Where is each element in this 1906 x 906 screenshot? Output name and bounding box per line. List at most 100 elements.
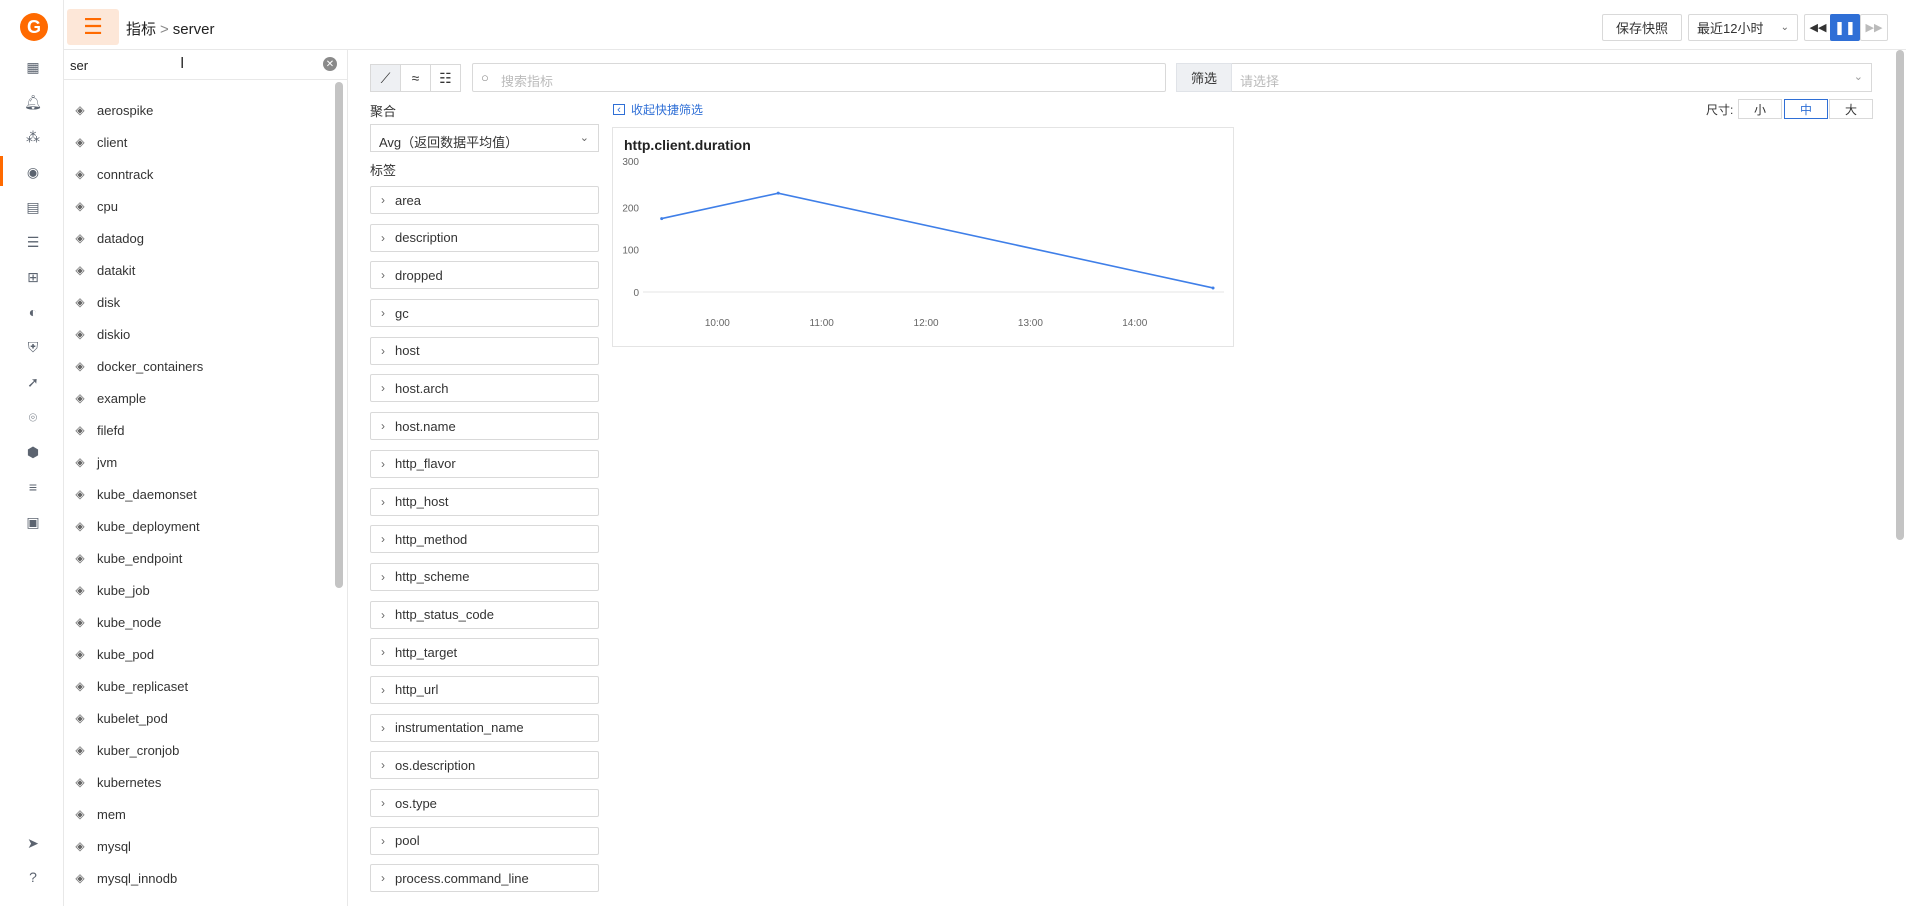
tag-item[interactable]: › http_scheme (370, 562, 599, 591)
metric-set-item[interactable]: ◈ kube_replicaset (64, 670, 334, 702)
tag-item[interactable]: › http_status_code (370, 600, 599, 629)
time-range-select[interactable]: 最近12小时 ⌄ (1688, 14, 1798, 41)
metric-set-item[interactable]: ◈ conntrack (64, 158, 334, 190)
metric-set-item[interactable]: ◈ kube_daemonset (64, 478, 334, 510)
metric-search-input[interactable]: 搜索指标 (501, 71, 553, 90)
metric-set-label: datadog (97, 230, 144, 246)
metric-set-item[interactable]: ◈ client (64, 126, 334, 158)
box-icon[interactable]: ⬢ (24, 443, 42, 461)
metric-set-item[interactable]: ◈ kube_endpoint (64, 542, 334, 574)
calendar-icon[interactable]: ▤ (24, 198, 42, 216)
tag-item[interactable]: › dropped (370, 261, 599, 290)
cluster-icon[interactable]: ⁂ (24, 128, 42, 146)
filter-select[interactable]: 请选择 ⌄ (1232, 63, 1872, 92)
metric-set-item[interactable]: ◈ mem (64, 798, 334, 830)
data-point[interactable] (660, 217, 664, 221)
metric-set-item[interactable]: ◈ kubernetes (64, 766, 334, 798)
tag-label-text: process.command_line (395, 870, 529, 886)
metric-set-item[interactable]: ◈ mysql (64, 830, 334, 862)
tag-item[interactable]: › description (370, 223, 599, 252)
metric-set-item[interactable]: ◈ mysql_innodb (64, 862, 334, 894)
app-logo[interactable]: G (20, 13, 48, 41)
collapse-quick-filter-link[interactable]: ‹ 收起快捷筛选 (613, 101, 703, 118)
tag-item[interactable]: › host (370, 336, 599, 365)
metric-set-label: kube_pod (97, 646, 155, 662)
forward-button[interactable]: ▶▶ (1860, 14, 1888, 41)
metric-set-item[interactable]: ◈ kuber_cronjob (64, 734, 334, 766)
metric-set-item[interactable]: ◈ kube_job (64, 574, 334, 606)
metric-set-item[interactable]: ◈ kube_deployment (64, 510, 334, 542)
chevron-right-icon: › (381, 682, 385, 697)
tag-item[interactable]: › pool (370, 826, 599, 855)
save-snapshot-button[interactable]: 保存快照 (1602, 14, 1682, 41)
metric-set-item[interactable]: ◈ aerospike (64, 94, 334, 126)
tag-item[interactable]: › http_flavor (370, 449, 599, 478)
bell-icon[interactable]: 🔔︎ (24, 93, 42, 111)
x-tick-label: 12:00 (914, 318, 939, 329)
chevron-right-icon: › (381, 758, 385, 773)
metric-set-item[interactable]: ◈ filefd (64, 414, 334, 446)
metric-set-label: cpu (97, 198, 118, 214)
apps-icon[interactable]: ⊞ (24, 268, 42, 286)
tag-item[interactable]: › gc (370, 299, 599, 328)
metric-set-search[interactable]: ser I ✕ (64, 50, 347, 80)
pause-button[interactable]: ❚❚ (1830, 14, 1860, 41)
tag-item[interactable]: › http_url (370, 675, 599, 704)
line-view-toggle[interactable]: ⟋ (370, 64, 401, 92)
help-icon[interactable]: ? (24, 868, 42, 886)
metric-set-search-input[interactable]: ser (70, 58, 88, 73)
satellite-icon[interactable]: ◐ (24, 303, 42, 321)
chevron-right-icon: › (381, 494, 385, 509)
sidebar-scrollbar[interactable] (335, 82, 343, 588)
signal-icon[interactable]: ⌾ (24, 408, 42, 426)
main-scrollbar[interactable] (1896, 50, 1904, 540)
breadcrumb-root[interactable]: 指标 (126, 21, 156, 38)
tag-item[interactable]: › host.arch (370, 374, 599, 403)
tag-item[interactable]: › process.command_line (370, 864, 599, 893)
sliders-icon[interactable]: ≡ (24, 478, 42, 496)
menu-toggle-button[interactable]: ☰ (67, 9, 119, 45)
metric-set-item[interactable]: ◈ docker_containers (64, 350, 334, 382)
rewind-button[interactable]: ◀◀ (1804, 14, 1832, 41)
size-small-button[interactable]: 小 (1738, 99, 1782, 119)
metric-set-item[interactable]: ◈ datakit (64, 254, 334, 286)
tag-item[interactable]: › http_method (370, 525, 599, 554)
metric-set-item[interactable]: ◈ kube_node (64, 606, 334, 638)
tag-item[interactable]: › http_host (370, 487, 599, 516)
tag-label-text: http_target (395, 644, 458, 660)
data-point[interactable] (776, 191, 780, 195)
mixed-view-toggle[interactable]: ≈ (400, 64, 431, 92)
aggregation-select[interactable]: Avg（返回数据平均值） ⌄ (370, 124, 599, 152)
tag-item[interactable]: › os.type (370, 789, 599, 817)
tag-item[interactable]: › instrumentation_name (370, 713, 599, 742)
list-view-toggle[interactable]: ☷ (430, 64, 461, 92)
tag-item[interactable]: › os.description (370, 751, 599, 780)
metric-set-item[interactable]: ◈ diskio (64, 318, 334, 350)
archive-icon[interactable]: ▣ (24, 513, 42, 531)
dashboard-icon[interactable]: ▦ (24, 58, 42, 76)
metric-set-item[interactable]: ◈ kube_pod (64, 638, 334, 670)
tag-item[interactable]: › area (370, 186, 599, 214)
metrics-icon[interactable]: ◉ (24, 163, 42, 181)
series-line[interactable] (661, 192, 1214, 289)
metric-set-item[interactable]: ◈ datadog (64, 222, 334, 254)
clear-search-icon[interactable]: ✕ (323, 57, 337, 71)
metric-set-item[interactable]: ◈ kubelet_pod (64, 702, 334, 734)
metric-search-box[interactable]: ○ 搜索指标 (472, 63, 1166, 92)
chart-card[interactable]: http.client.duration 0 100 200 300 10:00 11:0… (612, 127, 1234, 347)
tag-item[interactable]: › host.name (370, 412, 599, 441)
metric-set-label: mysql (97, 838, 131, 854)
data-point[interactable] (1211, 286, 1215, 290)
rocket-icon[interactable]: ➚ (24, 373, 42, 391)
metric-set-item[interactable]: ◈ example (64, 382, 334, 414)
size-large-button[interactable]: 大 (1829, 99, 1873, 119)
shield-icon[interactable]: ⛨ (24, 338, 42, 356)
size-medium-button[interactable]: 中 (1784, 99, 1828, 119)
metric-set-item[interactable]: ◈ cpu (64, 190, 334, 222)
metric-set-item[interactable]: ◈ disk (64, 286, 334, 318)
layers-icon: ◈ (75, 583, 85, 597)
tag-item[interactable]: › http_target (370, 638, 599, 667)
metric-set-item[interactable]: ◈ jvm (64, 446, 334, 478)
filter-icon[interactable]: ☰ (24, 233, 42, 251)
send-icon[interactable]: ➤ (24, 834, 42, 852)
